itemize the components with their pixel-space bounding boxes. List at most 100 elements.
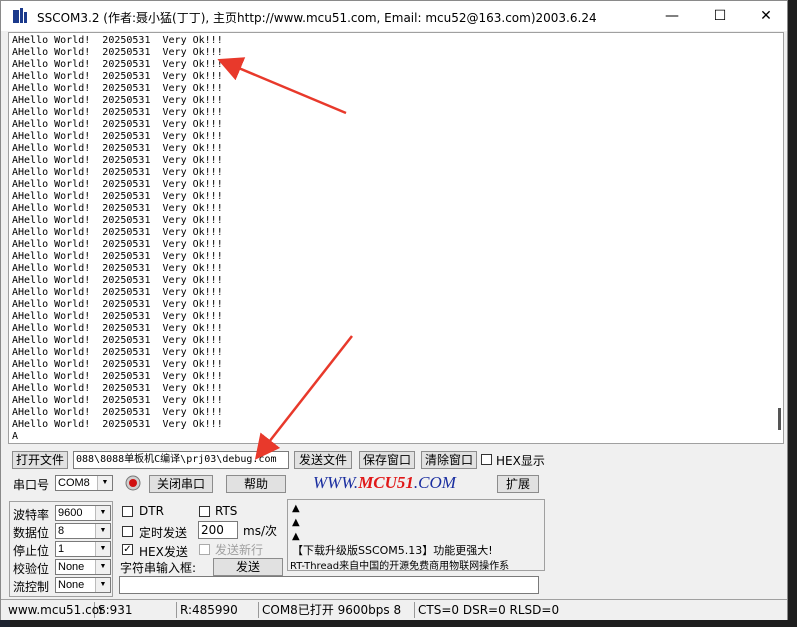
receive-line: AHello World! 20250531 Very Ok!!! xyxy=(12,95,223,106)
parity-label: 校验位 xyxy=(13,562,50,576)
flow-label: 流控制 xyxy=(13,580,50,594)
save-window-button[interactable]: 保存窗口 xyxy=(359,451,415,469)
sscom-app-icon xyxy=(13,8,27,23)
receive-line: AHello World! 20250531 Very Ok!!! xyxy=(12,143,223,154)
hex-display-checkbox[interactable] xyxy=(481,454,492,465)
receive-line: AHello World! 20250531 Very Ok!!! xyxy=(12,59,223,70)
receive-line: AHello World! 20250531 Very Ok!!! xyxy=(12,71,223,82)
chevron-down-icon: ▼ xyxy=(95,578,110,592)
receive-line: AHello World! 20250531 Very Ok!!! xyxy=(12,155,223,166)
receive-line: AHello World! 20250531 Very Ok!!! xyxy=(12,419,223,430)
interval-input[interactable]: 200 xyxy=(198,521,238,539)
hex-send-checkbox[interactable]: ✓ xyxy=(122,544,133,555)
receive-area[interactable]: AHello World! 20250531 Very Ok!!! AHello … xyxy=(8,32,784,444)
open-file-button[interactable]: 打开文件 xyxy=(12,451,68,469)
dtr-checkbox[interactable] xyxy=(122,506,133,517)
status-site: www.mcu51.cor xyxy=(5,602,104,618)
receive-scrollbar-thumb[interactable] xyxy=(778,408,781,430)
stopbits-label: 停止位 xyxy=(13,544,50,558)
minimize-button[interactable]: — xyxy=(649,1,695,31)
title-bar[interactable]: SSCOM3.2 (作者:聂小猛(丁丁), 主页http://www.mcu51… xyxy=(1,1,787,31)
receive-text: AHello World! 20250531 Very Ok!!! AHello … xyxy=(12,35,223,431)
databits-select[interactable]: 8 ▼ xyxy=(55,523,111,539)
scroll-up-icon[interactable]: ▲ ▲ ▲ xyxy=(292,502,300,544)
receive-line: AHello World! 20250531 Very Ok!!! xyxy=(12,179,223,190)
brand-prefix: WWW. xyxy=(313,473,359,492)
receive-line: AHello World! 20250531 Very Ok!!! xyxy=(12,119,223,130)
help-button[interactable]: 帮助 xyxy=(226,475,286,493)
receive-line: AHello World! 20250531 Very Ok!!! xyxy=(12,311,223,322)
baud-select[interactable]: 9600 ▼ xyxy=(55,505,111,521)
sscom-window: SSCOM3.2 (作者:聂小猛(丁丁), 主页http://www.mcu51… xyxy=(0,0,788,620)
maximize-button[interactable]: ☐ xyxy=(697,1,743,31)
window-title: SSCOM3.2 (作者:聂小猛(丁丁), 主页http://www.mcu51… xyxy=(37,11,597,25)
receive-line: AHello World! 20250531 Very Ok!!! xyxy=(12,107,223,118)
status-signals: CTS=0 DSR=0 RLSD=0 xyxy=(418,603,560,617)
receive-line: AHello World! 20250531 Very Ok!!! xyxy=(12,167,223,178)
receive-line: AHello World! 20250531 Very Ok!!! xyxy=(12,359,223,370)
receive-line: AHello World! 20250531 Very Ok!!! xyxy=(12,323,223,334)
timed-send-checkbox[interactable] xyxy=(122,526,133,537)
receive-line: AHello World! 20250531 Very Ok!!! xyxy=(12,35,223,46)
receive-line: AHello World! 20250531 Very Ok!!! xyxy=(12,251,223,262)
stopbits-select[interactable]: 1 ▼ xyxy=(55,541,111,557)
receive-line: AHello World! 20250531 Very Ok!!! xyxy=(12,131,223,142)
flow-value: None xyxy=(58,579,85,591)
port-status-indicator-icon xyxy=(125,475,141,491)
parity-select[interactable]: None ▼ xyxy=(55,559,111,575)
interval-unit-label: ms/次 xyxy=(243,524,277,538)
clear-window-button[interactable]: 清除窗口 xyxy=(421,451,477,469)
send-file-button[interactable]: 发送文件 xyxy=(294,451,352,469)
rts-checkbox[interactable] xyxy=(199,506,210,517)
chevron-down-icon: ▼ xyxy=(95,560,110,574)
chevron-down-icon: ▼ xyxy=(95,542,110,556)
ad-line-2[interactable]: RT-Thread来自中国的开源免费商用物联网操作系 xyxy=(290,557,542,572)
mcu51-brand-link[interactable]: WWW.MCU51.COM xyxy=(313,473,456,493)
chevron-down-icon: ▼ xyxy=(95,524,110,538)
chevron-down-icon: ▼ xyxy=(97,476,112,490)
databits-label: 数据位 xyxy=(13,526,50,540)
stopbits-value: 1 xyxy=(58,543,65,555)
close-port-button[interactable]: 关闭串口 xyxy=(149,475,213,493)
receive-line: AHello World! 20250531 Very Ok!!! xyxy=(12,191,223,202)
send-newline-checkbox[interactable] xyxy=(199,544,210,555)
receive-line: AHello World! 20250531 Very Ok!!! xyxy=(12,407,223,418)
baud-value: 9600 xyxy=(58,507,83,519)
port-select[interactable]: COM8 ▼ xyxy=(55,475,113,491)
status-received-count: R:485990 xyxy=(177,602,259,618)
receive-line: AHello World! 20250531 Very Ok!!! xyxy=(12,299,223,310)
send-newline-label: 发送新行 xyxy=(215,543,264,557)
receive-line: AHello World! 20250531 Very Ok!!! xyxy=(12,395,223,406)
flow-select[interactable]: None ▼ xyxy=(55,577,111,593)
status-bar: www.mcu51.cor S:931 R:485990 COM8已打开 960… xyxy=(1,599,787,620)
send-input-field[interactable] xyxy=(119,576,539,594)
hex-send-label: HEX发送 xyxy=(139,545,188,559)
brand-suffix: .COM xyxy=(413,473,456,492)
baud-label: 波特率 xyxy=(13,508,50,522)
receive-line: AHello World! 20250531 Very Ok!!! xyxy=(12,203,223,214)
brand-mid: MCU51 xyxy=(358,473,414,492)
ad-line-1[interactable]: 【下载升级版SSCOM5.13】功能更强大! xyxy=(292,542,493,558)
receive-line: AHello World! 20250531 Very Ok!!! xyxy=(12,215,223,226)
port-value: COM8 xyxy=(58,477,90,489)
receive-line: AHello World! 20250531 Very Ok!!! xyxy=(12,335,223,346)
receive-line: AHello World! 20250531 Very Ok!!! xyxy=(12,239,223,250)
port-label: 串口号 xyxy=(13,478,50,492)
chevron-down-icon: ▼ xyxy=(95,506,110,520)
receive-line: AHello World! 20250531 Very Ok!!! xyxy=(12,83,223,94)
status-port-state: COM8已打开 9600bps 8 xyxy=(259,602,415,618)
status-sent-count: S:931 xyxy=(95,602,177,618)
input-label: 字符串输入框: xyxy=(120,561,197,575)
parity-value: None xyxy=(58,561,85,573)
expand-button[interactable]: 扩展 xyxy=(497,475,539,493)
send-button[interactable]: 发送 xyxy=(213,558,283,576)
receive-line: AHello World! 20250531 Very Ok!!! xyxy=(12,227,223,238)
databits-value: 8 xyxy=(58,525,65,537)
receive-line: AHello World! 20250531 Very Ok!!! xyxy=(12,347,223,358)
rts-label: RTS xyxy=(215,504,238,518)
receive-last-line: A xyxy=(12,431,19,442)
close-button[interactable]: ✕ xyxy=(743,1,789,31)
receive-line: AHello World! 20250531 Very Ok!!! xyxy=(12,47,223,58)
receive-line: AHello World! 20250531 Very Ok!!! xyxy=(12,275,223,286)
file-path-field[interactable]: 088\8088单板机C编译\prj03\debug.com xyxy=(73,451,289,469)
